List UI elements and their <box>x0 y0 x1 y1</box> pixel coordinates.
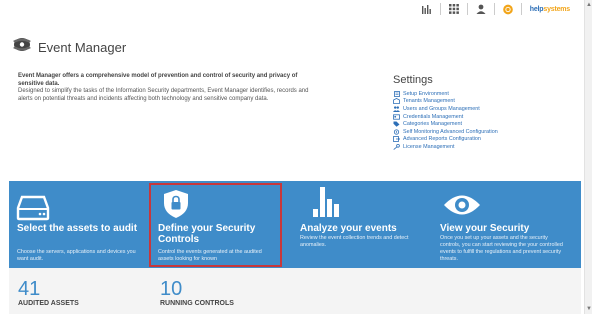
event-manager-icon <box>12 36 32 58</box>
card-description: Choose the servers, applications and dev… <box>17 249 136 262</box>
settings-item-tenants[interactable]: Tenants Management <box>393 98 498 106</box>
settings-item-reports[interactable]: Advanced Reports Configuration <box>393 136 498 144</box>
card-title: Analyze your events <box>300 223 397 234</box>
settings-sync-icon <box>393 129 400 135</box>
settings-item-label[interactable]: Users and Groups Management <box>403 106 480 112</box>
settings-item-users-groups[interactable]: Users and Groups Management <box>393 105 498 113</box>
card-analyze-events[interactable]: Analyze your events Review the event col… <box>292 181 432 268</box>
building-icon <box>393 98 400 105</box>
settings-item-setup-environment[interactable]: Setup Environment <box>393 90 498 98</box>
toolbar-divider <box>466 3 468 15</box>
intro-text: Event Manager offers a comprehensive mod… <box>18 73 318 103</box>
card-description: Once you set up your assets and the secu… <box>440 235 563 262</box>
settings-item-label[interactable]: Categories Management <box>403 121 462 127</box>
settings-item-self-monitoring[interactable]: Self Monitoring Advanced Configuration <box>393 128 498 136</box>
page-header: Event Manager <box>12 36 126 58</box>
running-controls-label: RUNNING CONTROLS <box>160 300 234 307</box>
bar-chart-icon <box>313 187 341 222</box>
selection-highlight <box>149 183 282 267</box>
settings-item-credentials[interactable]: Credentials Management <box>393 113 498 121</box>
audited-assets-label: AUDITED ASSETS <box>18 300 79 307</box>
settings-item-label[interactable]: Credentials Management <box>403 114 463 120</box>
scroll-up-arrow-icon[interactable]: ▲ <box>586 2 592 8</box>
intro-body: Designed to simplify the tasks of the In… <box>18 88 309 102</box>
settings-item-label[interactable]: Tenants Management <box>403 98 455 104</box>
bars-icon[interactable] <box>422 4 432 14</box>
card-description: Review the event collection trends and d… <box>300 235 409 248</box>
vertical-scrollbar[interactable]: ▲ ▼ <box>584 0 592 314</box>
users-icon <box>393 106 400 112</box>
key-icon <box>393 143 400 150</box>
settings-section: Settings Setup Environment Tenants Manag… <box>393 74 498 151</box>
grid-icon[interactable] <box>448 4 459 14</box>
settings-item-categories[interactable]: Categories Management <box>393 120 498 128</box>
toolbar-divider <box>493 3 495 15</box>
audited-assets-count[interactable]: 41 <box>18 278 40 301</box>
running-controls-count[interactable]: 10 <box>160 278 182 301</box>
settings-item-label[interactable]: Advanced Reports Configuration <box>403 136 481 142</box>
card-title: Select the assets to audit <box>17 223 138 234</box>
brand-logo[interactable]: helpsystems <box>530 6 570 13</box>
document-icon <box>393 90 400 97</box>
settings-title: Settings <box>393 74 433 86</box>
settings-item-label[interactable]: Self Monitoring Advanced Configuration <box>403 129 498 135</box>
intro-heading: Event Manager offers a comprehensive mod… <box>18 73 298 87</box>
settings-item-label[interactable]: License Management <box>403 144 455 150</box>
card-view-security[interactable]: View your Security Once you set up your … <box>434 181 574 268</box>
stats-row: 41 AUDITED ASSETS 10 RUNNING CONTROLS <box>9 268 581 314</box>
settings-item-label[interactable]: Setup Environment <box>403 91 449 97</box>
user-icon[interactable] <box>476 4 486 14</box>
id-card-icon <box>393 113 400 120</box>
toolbar-divider <box>439 3 441 15</box>
notification-icon[interactable] <box>502 4 513 14</box>
scroll-down-arrow-icon[interactable]: ▼ <box>586 306 592 312</box>
settings-item-license[interactable]: License Management <box>393 143 498 151</box>
report-icon <box>393 136 400 143</box>
features-panel: Select the assets to audit Choose the se… <box>9 181 581 268</box>
card-select-assets[interactable]: Select the assets to audit Choose the se… <box>9 181 149 268</box>
eye-icon <box>443 192 481 223</box>
hard-drive-icon <box>16 195 50 226</box>
top-toolbar: helpsystems <box>0 0 582 18</box>
page-title: Event Manager <box>38 39 127 55</box>
toolbar-divider <box>520 3 522 15</box>
tag-icon <box>393 121 400 127</box>
card-title: View your Security <box>440 223 530 234</box>
